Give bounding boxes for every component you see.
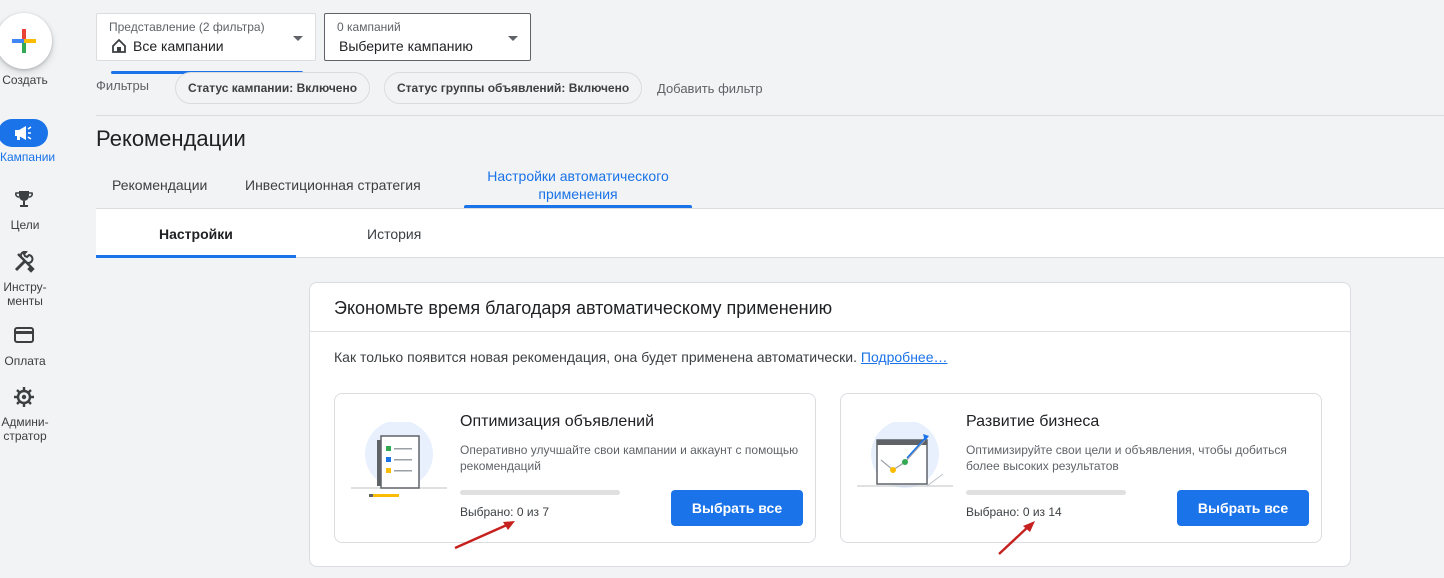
select-all-button[interactable]: Выбрать все [671,490,803,526]
tab-auto-apply-settings[interactable]: Настройки автоматического применения [464,167,692,203]
checklist-illustration-icon [351,422,447,497]
ad-optimization-section: Оптимизация объявлений Оперативно улучша… [334,393,816,543]
view-selector-caption: Представление (2 фильтра) [109,20,265,34]
active-subtab-indicator [96,255,296,258]
plus-icon [12,29,36,53]
campaign-selector-caption: 0 кампаний [337,20,401,34]
nav-goals-label: Цели [10,218,40,232]
card-description-text: Как только появится новая рекомендация, … [334,349,857,365]
filter-chip-campaign-status[interactable]: Статус кампании: Включено [175,72,371,104]
card-divider [310,331,1350,332]
create-label: Создать [2,73,48,87]
learn-more-link[interactable]: Подробнее… [861,349,948,365]
annotation-arrow-icon [998,521,1035,555]
trophy-icon[interactable] [14,189,34,209]
tab-investment-strategy[interactable]: Инвестиционная стратегия [245,177,421,193]
nav-admin-label-2: стратор [3,429,47,443]
credit-card-icon[interactable] [14,327,34,343]
section-description: Оперативно улучшайте свои кампании и акк… [460,443,799,473]
nav-tools-label-1: Инстру- [3,280,47,294]
gear-icon[interactable] [13,386,35,408]
filters-label: Фильтры [96,78,150,93]
tab-auto-apply-line1: Настройки автоматического [487,168,669,184]
selection-progress-bar [460,490,620,495]
subtab-history[interactable]: История [367,226,421,242]
section-title: Развитие бизнеса [966,413,1100,430]
growth-chart-illustration-icon [857,422,953,488]
campaign-selector[interactable]: 0 кампаний Выберите кампанию [324,13,531,61]
nav-tools-label-2: менты [7,294,43,308]
filter-chip-adgroup-status[interactable]: Статус группы объявлений: Включено [384,72,643,104]
select-all-button[interactable]: Выбрать все [1177,490,1309,526]
subtab-settings[interactable]: Настройки [159,226,233,242]
nav-item-campaigns[interactable] [0,119,48,147]
business-growth-section: Развитие бизнеса Оптимизируйте свои цели… [840,393,1322,543]
tools-icon[interactable] [13,251,35,273]
main-content: Представление (2 фильтра) Все кампании 0… [96,0,1444,578]
view-selector[interactable]: Представление (2 фильтра) Все кампании [96,13,316,74]
section-title: Оптимизация объявлений [460,413,655,430]
selected-count: Выбрано: 0 из 14 [966,505,1062,519]
selection-progress-bar [966,490,1126,495]
annotation-arrow-icon [454,521,515,550]
add-filter-button[interactable]: Добавить фильтр [657,81,763,96]
divider [96,115,1444,116]
section-description: Оптимизируйте свои цели и объявления, чт… [966,443,1287,473]
nav-admin-label-1: Админи- [1,415,49,429]
card-description: Как только появится новая рекомендация, … [334,349,948,365]
nav-billing-label: Оплата [4,354,46,368]
card-title: Экономьте время благодаря автоматическом… [334,298,833,318]
nav-rail: Создать Кампании Цели Инстру- менты Опла… [0,0,56,578]
tab-auto-apply-line2: применения [538,186,618,202]
chevron-down-icon [508,36,518,41]
chevron-down-icon [293,36,303,41]
subtab-bar: Настройки История [96,208,1444,258]
view-selector-value: Все кампании [133,38,224,54]
nav-campaigns-label: Кампании [0,150,56,164]
page-title: Рекомендации [96,126,246,151]
campaign-selector-value: Выберите кампанию [339,38,473,54]
create-button[interactable] [0,13,52,69]
megaphone-icon [15,126,32,140]
tab-recommendations[interactable]: Рекомендации [112,177,207,193]
home-icon [112,38,126,53]
